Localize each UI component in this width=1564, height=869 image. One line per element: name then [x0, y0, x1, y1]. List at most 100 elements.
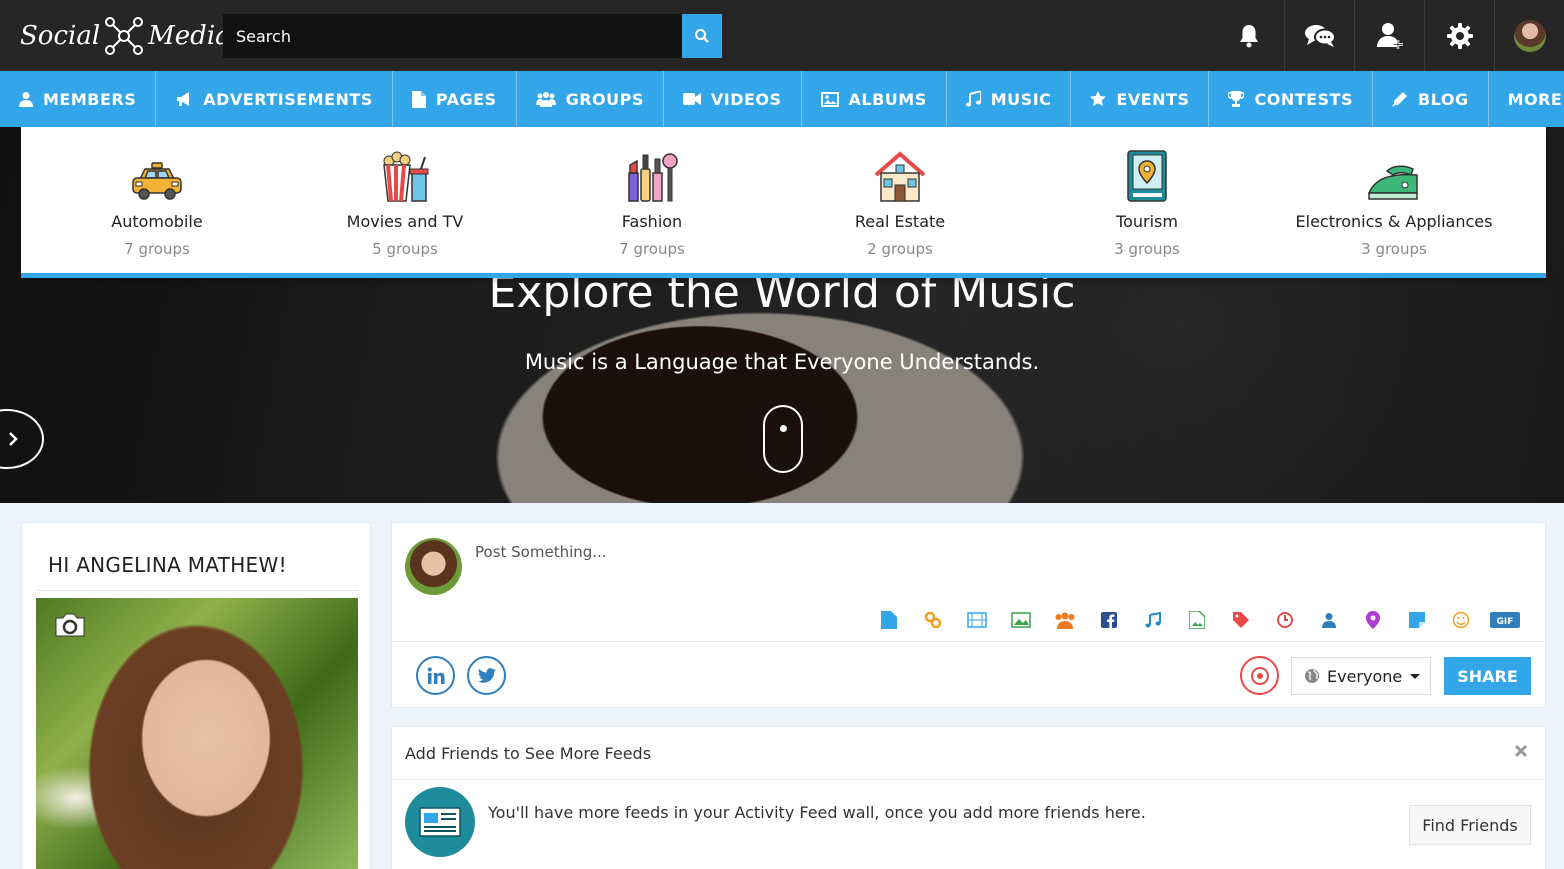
nav-label: GROUPS	[565, 89, 644, 109]
logo-text-right: Media	[148, 21, 231, 51]
emoji-button[interactable]	[1439, 609, 1483, 631]
attach-link-button[interactable]	[911, 609, 955, 631]
logo[interactable]: Social Media	[20, 12, 231, 60]
twitter-button[interactable]	[467, 656, 506, 695]
facebook-icon	[1101, 612, 1117, 628]
chat-icon	[1304, 24, 1336, 47]
friend-requests-button[interactable]	[1354, 0, 1424, 71]
greeting: HI ANGELINA MATHEW!	[48, 553, 287, 577]
linkedin-button[interactable]	[416, 656, 455, 695]
chevron-down-icon	[1410, 673, 1421, 679]
nav-item-blog[interactable]: BLOG	[1373, 71, 1489, 127]
target-audience-button[interactable]	[1240, 656, 1279, 695]
scroll-indicator[interactable]	[763, 405, 803, 473]
attach-file-button[interactable]	[867, 609, 911, 631]
tag-icon	[1233, 612, 1249, 628]
bell-icon	[1240, 24, 1258, 47]
notifications-button[interactable]	[1214, 0, 1284, 71]
nav-label: BLOG	[1418, 89, 1469, 109]
nav-item-music[interactable]: MUSIC	[947, 71, 1072, 127]
search-icon	[695, 29, 709, 43]
category-count: 2 groups	[867, 240, 933, 258]
slider-next-button[interactable]	[0, 409, 44, 469]
attach-image-file-button[interactable]	[1175, 609, 1219, 631]
users-icon	[535, 92, 556, 107]
categories-dropdown: Automobile 7 groups Movies and TV 5 grou…	[21, 127, 1546, 278]
nav-label: ALBUMS	[848, 89, 927, 109]
link-icon	[924, 611, 942, 629]
close-button[interactable]	[1511, 741, 1531, 761]
category-movies-and-tv[interactable]: Movies and TV 5 groups	[275, 127, 535, 258]
chevron-right-icon	[9, 432, 18, 446]
nav-item-more[interactable]: MORE +	[1489, 71, 1564, 127]
messages-button[interactable]	[1284, 0, 1354, 71]
profile-photo[interactable]	[36, 598, 358, 869]
search-input[interactable]	[223, 14, 682, 58]
nav-label: EVENTS	[1116, 89, 1190, 109]
attach-music-button[interactable]	[1131, 609, 1175, 631]
nav-label: MUSIC	[990, 89, 1052, 109]
privacy-value: Everyone	[1327, 666, 1403, 686]
category-real-estate[interactable]: Real Estate 2 groups	[770, 127, 1030, 258]
nav-item-contests[interactable]: CONTESTS	[1209, 71, 1374, 127]
category-name: Movies and TV	[346, 212, 464, 231]
check-in-button[interactable]	[1351, 609, 1395, 631]
gear-icon	[1446, 22, 1473, 49]
tag-button[interactable]	[1219, 609, 1263, 631]
molecule-icon	[105, 17, 144, 55]
top-icons	[1214, 0, 1564, 71]
taxi-icon	[132, 162, 182, 200]
find-friends-button[interactable]: Find Friends	[1409, 805, 1531, 845]
category-fashion[interactable]: Fashion 7 groups	[522, 127, 782, 258]
logo-text-left: Social	[20, 21, 101, 51]
attach-video-button[interactable]	[955, 609, 999, 631]
user-icon	[1322, 613, 1336, 628]
tag-friends-button[interactable]	[1307, 609, 1351, 631]
post-input[interactable]	[475, 543, 1515, 561]
profile-menu-button[interactable]	[1494, 0, 1564, 71]
nav-label: CONTESTS	[1254, 89, 1354, 109]
category-count: 7 groups	[619, 240, 685, 258]
nav-item-pages[interactable]: PAGES	[393, 71, 517, 127]
gif-button[interactable]: GIF	[1483, 609, 1527, 631]
feed-icon	[405, 787, 475, 857]
house-icon	[874, 151, 926, 202]
category-tourism[interactable]: Tourism 3 groups	[1017, 127, 1277, 258]
nav-item-events[interactable]: EVENTS	[1071, 71, 1210, 127]
star-icon	[1090, 91, 1107, 106]
file-icon	[881, 611, 897, 629]
nav-label: MEMBERS	[43, 89, 137, 109]
nav-label: PAGES	[435, 89, 497, 109]
search-button[interactable]	[682, 14, 722, 58]
nav-item-members[interactable]: MEMBERS	[0, 71, 157, 127]
add-friends-card: Add Friends to See More Feeds You'll hav…	[391, 726, 1546, 869]
location-icon	[1366, 611, 1380, 629]
schedule-button[interactable]	[1263, 609, 1307, 631]
profile-card: HI ANGELINA MATHEW!	[21, 522, 371, 869]
category-electronics-appliances[interactable]: Electronics & Appliances 3 groups	[1264, 127, 1524, 258]
share-button[interactable]: SHARE	[1444, 657, 1531, 695]
gif-icon: GIF	[1490, 612, 1520, 628]
user-icon	[19, 92, 33, 107]
nav-item-advertisements[interactable]: ADVERTISEMENTS	[156, 71, 393, 127]
facebook-button[interactable]	[1087, 609, 1131, 631]
nav-item-groups[interactable]: GROUPS	[517, 71, 664, 127]
card-title: Add Friends to See More Feeds	[405, 744, 652, 763]
close-icon	[1514, 744, 1528, 758]
camera-icon[interactable]	[54, 612, 86, 638]
sticker-icon	[1409, 612, 1425, 628]
attach-photo-button[interactable]	[999, 609, 1043, 631]
photo-icon	[1189, 611, 1205, 629]
card-message: You'll have more feeds in your Activity …	[488, 803, 1146, 822]
category-automobile[interactable]: Automobile 7 groups	[27, 127, 287, 258]
sticker-button[interactable]	[1395, 609, 1439, 631]
category-count: 3 groups	[1114, 240, 1180, 258]
avatar	[405, 538, 462, 595]
settings-button[interactable]	[1424, 0, 1494, 71]
top-bar: Social Media	[0, 0, 1564, 71]
nav-item-albums[interactable]: ALBUMS	[802, 71, 947, 127]
privacy-select[interactable]: Everyone	[1291, 657, 1431, 695]
category-count: 3 groups	[1361, 240, 1427, 258]
nav-item-videos[interactable]: VIDEOS	[664, 71, 802, 127]
tag-group-button[interactable]	[1043, 609, 1087, 631]
